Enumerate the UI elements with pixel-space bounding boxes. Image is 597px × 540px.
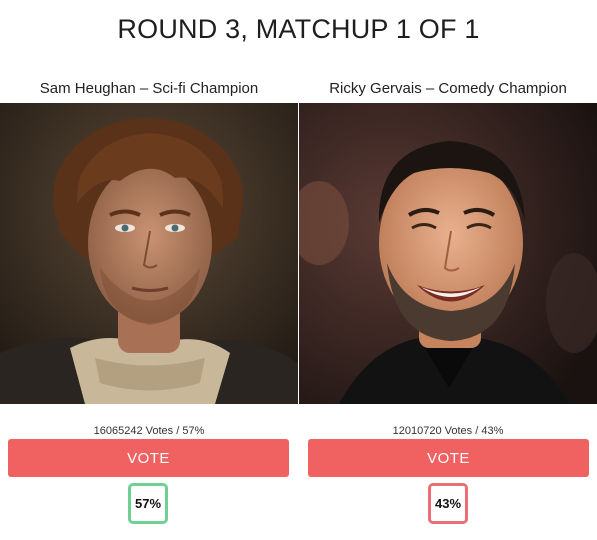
vote-count: 16065242 Votes / 57%	[93, 425, 205, 437]
contestant-photo[interactable]	[0, 103, 298, 404]
contestant-name: Sam Heughan – Sci-fi Champion	[39, 80, 259, 97]
contestant-card-left: Sam Heughan – Sci-fi Champion 16065242 V…	[0, 80, 298, 524]
contestant-photo[interactable]	[299, 103, 597, 404]
contestant-card-right: Ricky Gervais – Comedy Champion 12010720…	[299, 80, 597, 524]
percent-badge: 43%	[428, 483, 468, 524]
vote-button-right[interactable]: VOTE	[308, 439, 589, 477]
page-title: ROUND 3, MATCHUP 1 OF 1	[117, 14, 480, 44]
vote-button-left[interactable]: VOTE	[8, 439, 289, 477]
contestant-name: Ricky Gervais – Comedy Champion	[329, 80, 567, 97]
percent-badge: 57%	[128, 483, 168, 524]
vote-count: 12010720 Votes / 43%	[392, 425, 504, 437]
matchup-page: ROUND 3, MATCHUP 1 OF 1 Sam Heughan – Sc…	[0, 0, 597, 540]
